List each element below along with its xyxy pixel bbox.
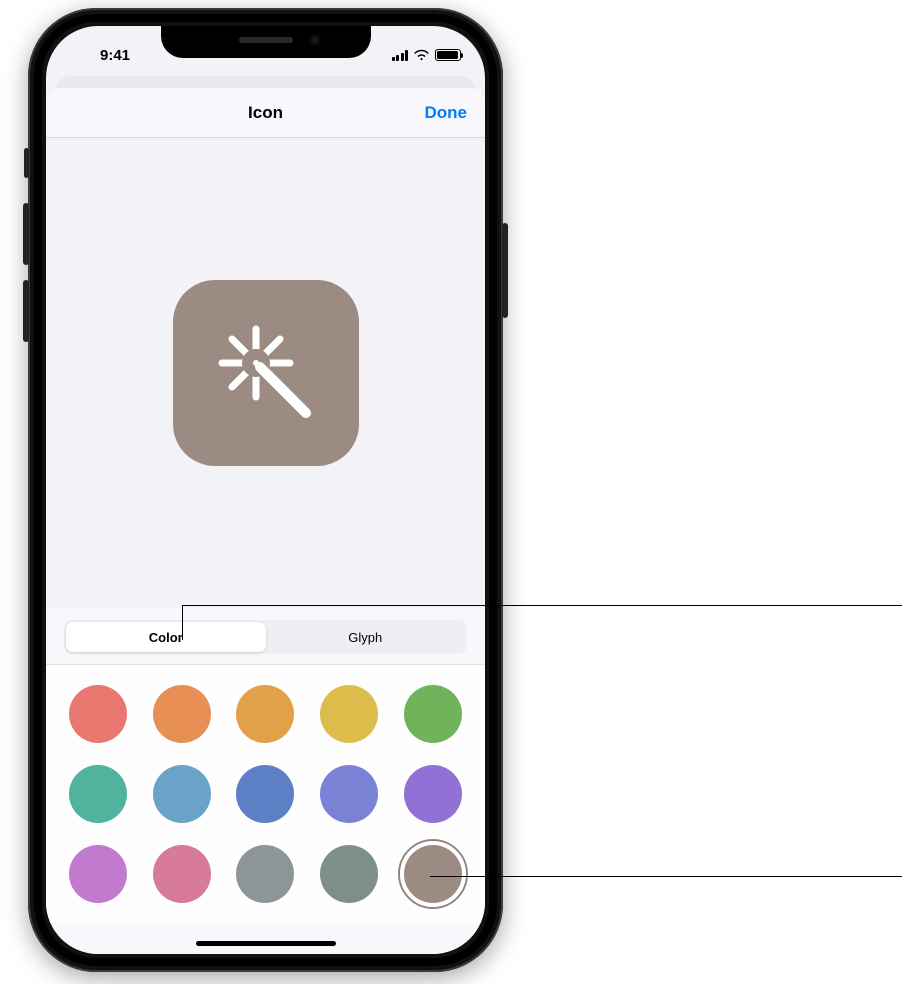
color-swatch-10[interactable] xyxy=(69,845,127,903)
color-swatch-12[interactable] xyxy=(236,845,294,903)
tab-glyph[interactable]: Glyph xyxy=(266,622,466,652)
icon-preview-area xyxy=(46,138,485,608)
color-swatch-11[interactable] xyxy=(153,845,211,903)
color-swatch-1[interactable] xyxy=(153,685,211,743)
segmented-control: Color Glyph xyxy=(64,620,467,654)
status-time: 9:41 xyxy=(70,47,160,64)
cellular-signal-icon xyxy=(392,50,409,61)
color-swatch-0[interactable] xyxy=(69,685,127,743)
magic-wand-icon xyxy=(206,313,326,433)
color-swatch-3[interactable] xyxy=(320,685,378,743)
color-swatch-2[interactable] xyxy=(236,685,294,743)
phone-frame: 9:41 Ic xyxy=(28,8,503,972)
volume-down-button[interactable] xyxy=(23,280,29,342)
phone-screen: 9:41 Ic xyxy=(46,26,485,954)
wifi-icon xyxy=(413,49,430,61)
segmented-row: Color Glyph xyxy=(46,608,485,665)
volume-up-button[interactable] xyxy=(23,203,29,265)
battery-icon xyxy=(435,49,461,61)
color-swatch-5[interactable] xyxy=(69,765,127,823)
color-palette xyxy=(46,665,485,923)
icon-preview xyxy=(173,280,359,466)
power-button[interactable] xyxy=(502,223,508,318)
nav-bar: Icon Done xyxy=(46,88,485,138)
tab-color[interactable]: Color xyxy=(66,622,266,652)
icon-editor-sheet: Icon Done xyxy=(46,88,485,954)
color-swatch-9[interactable] xyxy=(404,765,462,823)
home-indicator[interactable] xyxy=(196,941,336,946)
color-swatch-13[interactable] xyxy=(320,845,378,903)
notch xyxy=(161,26,371,58)
color-swatch-4[interactable] xyxy=(404,685,462,743)
color-swatch-7[interactable] xyxy=(236,765,294,823)
color-swatch-14[interactable] xyxy=(404,845,462,903)
page-title: Icon xyxy=(248,103,283,123)
color-swatch-8[interactable] xyxy=(320,765,378,823)
mute-switch[interactable] xyxy=(24,148,29,178)
done-button[interactable]: Done xyxy=(425,88,468,137)
color-swatch-6[interactable] xyxy=(153,765,211,823)
